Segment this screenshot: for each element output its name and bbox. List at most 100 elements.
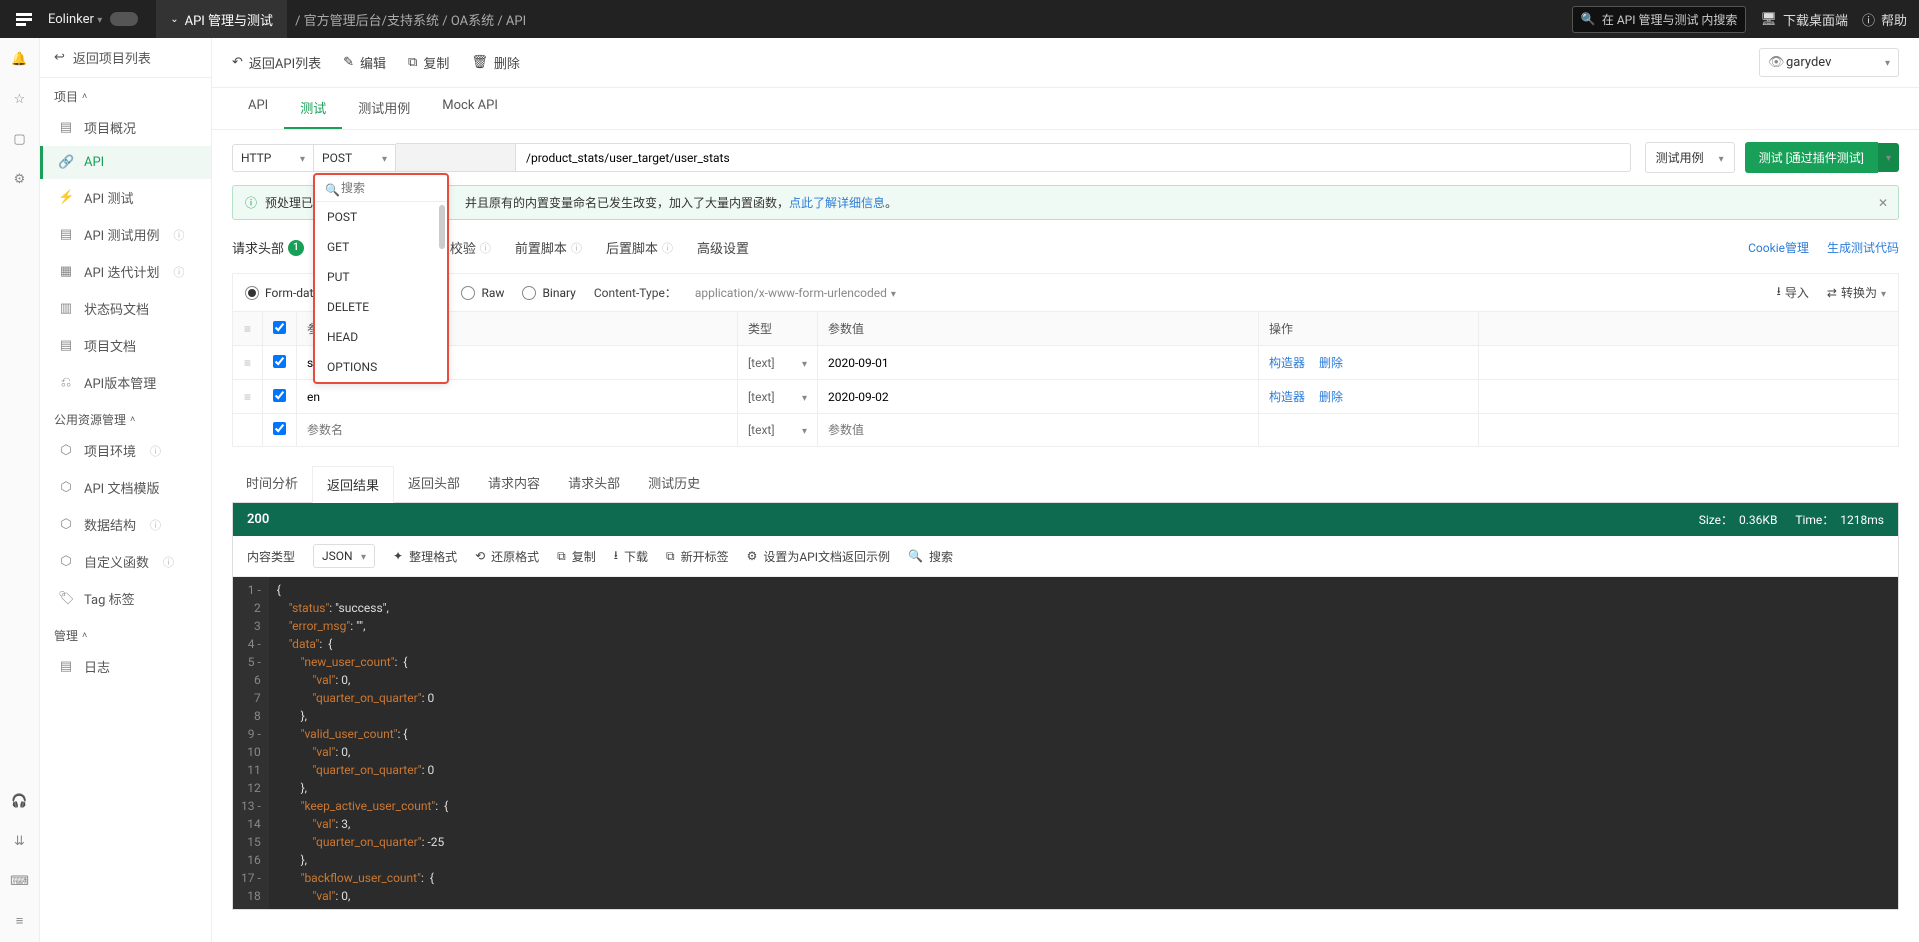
method-opt-options[interactable]: OPTIONS <box>315 352 447 382</box>
sidebar-item-status-codes[interactable]: ▥状态码文档 <box>40 290 211 327</box>
cookie-manage-link[interactable]: Cookie管理 <box>1748 239 1809 256</box>
tab-api[interactable]: API <box>232 88 284 129</box>
sidebar-item-data-struct[interactable]: ⬡数据结构ⓘ <box>40 506 211 543</box>
sidebar-item-functions[interactable]: ⬡自定义函数ⓘ <box>40 543 211 580</box>
builder-link[interactable]: 构造器 <box>1269 356 1305 370</box>
rtab-req-headers[interactable]: 请求头部 <box>554 465 634 502</box>
edit-button[interactable]: ✎编辑 <box>343 53 386 72</box>
sidebar-item-api-test[interactable]: ⚡API 测试 <box>40 179 211 216</box>
param-value-input[interactable] <box>828 356 1248 370</box>
param-value-input[interactable] <box>828 390 1248 404</box>
help-link[interactable]: ⓘ 帮助 <box>1862 10 1907 29</box>
drag-handle[interactable]: ≡ <box>233 380 263 414</box>
param-value-input[interactable] <box>828 423 1248 437</box>
param-type-select[interactable]: [text] <box>748 390 807 404</box>
box-icon[interactable]: ▢ <box>11 130 29 148</box>
protocol-select[interactable]: HTTP <box>232 144 314 172</box>
row-check[interactable] <box>273 389 286 402</box>
method-search-input[interactable] <box>323 181 439 195</box>
sidebar-section-admin[interactable]: 管理 ˄ <box>40 617 211 648</box>
close-icon[interactable]: ✕ <box>1878 196 1888 210</box>
row-check[interactable] <box>273 422 286 435</box>
method-opt-post[interactable]: POST <box>315 202 447 232</box>
download-button[interactable]: ⭳下载 <box>614 546 648 567</box>
run-test-button[interactable]: 测试 [通过插件测试] <box>1745 142 1878 173</box>
testcase-select[interactable]: 测试用例 <box>1645 142 1735 173</box>
row-check[interactable] <box>273 355 286 368</box>
run-test-split[interactable] <box>1878 143 1899 172</box>
back-to-projects[interactable]: ↩ 返回项目列表 <box>40 38 211 78</box>
collapse-icon[interactable]: ⇊ <box>11 832 29 850</box>
response-code-area[interactable]: 1 -234 -5 -6789 -10111213 -14151617 -18 … <box>233 577 1898 909</box>
copy-button[interactable]: ⧉复制 <box>408 53 449 72</box>
tidy-button[interactable]: ✦整理格式 <box>393 548 457 565</box>
chevron-down-icon[interactable] <box>97 12 102 27</box>
builder-link[interactable]: 构造器 <box>1269 390 1305 404</box>
ptab-headers[interactable]: 请求头部1 <box>232 232 304 263</box>
rtab-result[interactable]: 返回结果 <box>312 466 394 503</box>
rtab-req-body[interactable]: 请求内容 <box>474 465 554 502</box>
import-button[interactable]: ⭳导入 <box>1777 282 1809 303</box>
newtab-button[interactable]: ⧉新开标签 <box>666 548 729 565</box>
ptab-advanced[interactable]: 高级设置 <box>697 232 749 263</box>
sidebar-section-public[interactable]: 公用资源管理 ˄ <box>40 401 211 432</box>
star-icon[interactable]: ☆ <box>11 90 29 108</box>
tab-mock-api[interactable]: Mock API <box>426 88 514 129</box>
rtab-timing[interactable]: 时间分析 <box>232 465 312 502</box>
tab-test-cases[interactable]: 测试用例 <box>342 88 426 129</box>
sidebar-item-test-cases[interactable]: ▤API 测试用例ⓘ <box>40 216 211 253</box>
method-opt-put[interactable]: PUT <box>315 262 447 292</box>
drag-handle[interactable]: ≡ <box>233 346 263 380</box>
restore-button[interactable]: ⟲还原格式 <box>475 548 539 565</box>
search-button[interactable]: 🔍搜索 <box>908 548 953 565</box>
sidebar-item-env[interactable]: ⬡项目环境ⓘ <box>40 432 211 469</box>
method-opt-head[interactable]: HEAD <box>315 322 447 352</box>
bell-icon[interactable]: 🔔 <box>11 50 29 68</box>
tab-test[interactable]: 测试 <box>284 88 342 129</box>
scrollbar[interactable] <box>439 205 445 249</box>
param-name-input[interactable] <box>307 423 727 437</box>
sidebar-section-project[interactable]: 项目 ˄ <box>40 78 211 109</box>
check-all[interactable] <box>273 321 286 334</box>
radio-formdata[interactable]: Form-dat <box>245 286 313 300</box>
param-type-select[interactable]: [text] <box>748 423 807 437</box>
delete-link[interactable]: 删除 <box>1319 356 1343 370</box>
method-select[interactable]: POST 🔍 POST GET PUT DELETE HEAD OPTIONS <box>314 144 396 172</box>
gear-icon[interactable]: ⚙ <box>11 170 29 188</box>
sidebar-item-templates[interactable]: ⬡API 文档模版 <box>40 469 211 506</box>
format-select[interactable]: JSON <box>313 544 375 568</box>
param-name-input[interactable] <box>307 390 727 404</box>
set-example-button[interactable]: ⚙设置为API文档返回示例 <box>747 548 890 565</box>
radio-binary[interactable]: Binary <box>522 286 575 300</box>
method-opt-get[interactable]: GET <box>315 232 447 262</box>
sidebar-item-project-docs[interactable]: ▤项目文档 <box>40 327 211 364</box>
sidebar-item-tags[interactable]: 🏷Tag 标签 <box>40 580 211 617</box>
gen-test-code-link[interactable]: 生成测试代码 <box>1827 239 1899 256</box>
download-desktop-link[interactable]: 🖥 下载桌面端 <box>1760 10 1848 29</box>
environment-select[interactable]: 👁 garydev <box>1759 48 1899 77</box>
radio-raw[interactable]: Raw <box>461 286 504 300</box>
delete-button[interactable]: 🗑删除 <box>471 53 520 72</box>
rtab-history[interactable]: 测试历史 <box>634 465 714 502</box>
delete-link[interactable]: 删除 <box>1319 390 1343 404</box>
sidebar-item-logs[interactable]: ▤日志 <box>40 648 211 685</box>
content-type-value[interactable]: application/x-www-form-urlencoded <box>695 286 896 300</box>
headset-icon[interactable]: 🎧 <box>11 792 29 810</box>
ptab-postscript[interactable]: 后置脚本ⓘ <box>606 232 673 263</box>
ptab-prescript[interactable]: 前置脚本ⓘ <box>515 232 582 263</box>
method-opt-delete[interactable]: DELETE <box>315 292 447 322</box>
module-selector[interactable]: ⌄ API 管理与测试 <box>156 0 287 38</box>
learn-more-link[interactable]: 点此了解详细信息 <box>789 194 885 211</box>
sidebar-item-overview[interactable]: ▤项目概况 <box>40 109 211 146</box>
copy-button[interactable]: ⧉复制 <box>557 548 596 565</box>
back-to-api-list[interactable]: ↶返回API列表 <box>232 53 321 72</box>
sidebar-item-iteration[interactable]: ▦API 迭代计划ⓘ <box>40 253 211 290</box>
keyboard-icon[interactable]: ⌨ <box>11 872 29 890</box>
sidebar-item-api[interactable]: 🔗API <box>40 146 211 179</box>
url-input[interactable] <box>516 143 1631 172</box>
menu-icon[interactable]: ≡ <box>11 912 29 930</box>
param-type-select[interactable]: [text] <box>748 356 807 370</box>
convert-button[interactable]: ⇄转换为 <box>1827 282 1886 303</box>
global-search[interactable]: 🔍 在 API 管理与测试 内搜索 <box>1572 6 1747 33</box>
rtab-resp-headers[interactable]: 返回头部 <box>394 465 474 502</box>
